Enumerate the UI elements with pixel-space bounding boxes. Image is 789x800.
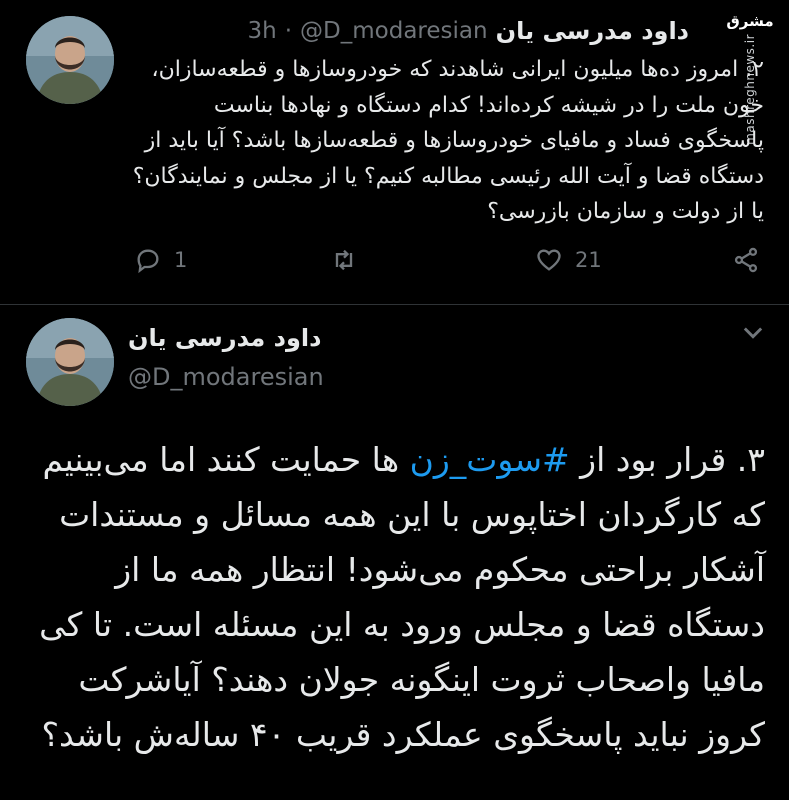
author-handle[interactable]: @D_modaresian: [128, 363, 324, 391]
share-icon: [734, 247, 758, 273]
retweet-button[interactable]: [330, 246, 370, 274]
more-options-button[interactable]: [739, 318, 767, 346]
like-button[interactable]: 21: [535, 246, 602, 274]
author-handle[interactable]: @D_modaresian: [300, 18, 488, 44]
avatar[interactable]: [26, 318, 114, 406]
tweet-text: ۲. امروز ده‌ها میلیون ایرانی شاهدند که خ…: [132, 57, 764, 224]
reply-button[interactable]: 1: [134, 246, 187, 274]
avatar-photo: [26, 318, 114, 406]
like-icon: [537, 249, 561, 271]
chevron-down-icon: [743, 327, 763, 339]
tweet-header: داود مدرسی یان @D_modaresian · 3h: [128, 14, 689, 48]
hashtag-link[interactable]: #سوت_زن: [410, 440, 570, 479]
like-count: 21: [575, 248, 602, 272]
separator-dot: ·: [284, 18, 293, 44]
reply-icon: [137, 249, 159, 274]
tweet-time[interactable]: 3h: [248, 18, 277, 44]
retweet-icon: [335, 249, 353, 271]
avatar-photo: [26, 16, 114, 104]
author-name[interactable]: داود مدرسی یان: [496, 17, 689, 45]
avatar[interactable]: [26, 16, 114, 104]
reply-count: 1: [174, 248, 188, 272]
tweet-text-rest: ها حمایت کنند اما می‌بینیم که کارگردان ا…: [39, 440, 765, 754]
tweet-actions: 1 21: [130, 246, 770, 282]
share-button[interactable]: [732, 246, 760, 274]
author-name[interactable]: داود مدرسی یان: [128, 324, 321, 352]
watermark-logo: مشرق: [726, 12, 774, 30]
divider: [0, 304, 789, 305]
tweet-text-prefix: ۳. قرار بود از: [569, 440, 765, 479]
tweet-text: ۳. قرار بود از #سوت_زن ها حمایت کنند اما…: [14, 432, 765, 762]
